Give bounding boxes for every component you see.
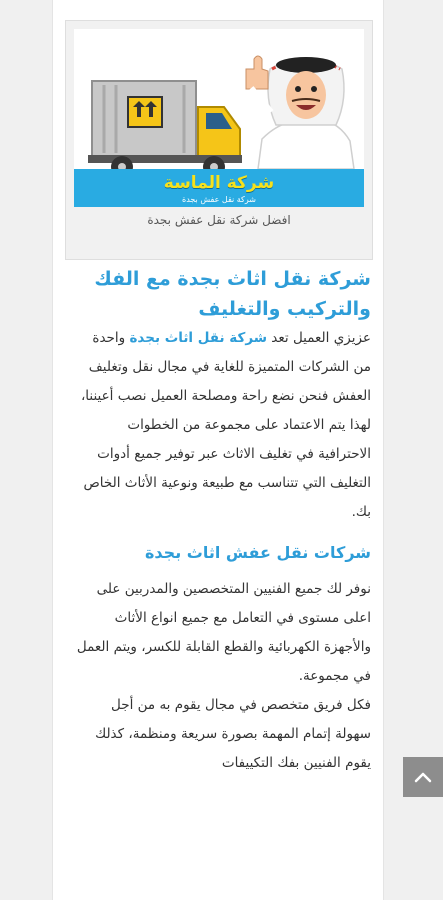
featured-figure: شركة الماسة شركة نقل عفش بجدة افضل شركة … [65,20,373,260]
article-title: شركة نقل اثاث بجدة مع الفك والتركيب والت… [94,268,371,320]
featured-image: شركة الماسة شركة نقل عفش بجدة [74,29,364,207]
company-link[interactable]: شركة نقل اثاث بجدة [129,330,267,346]
intro-text-end: واحدة من الشركات المتميزة للغاية في مجال… [80,330,371,520]
chevron-up-icon [414,772,432,783]
section-heading: شركات نقل عفش اثاث بجدة [144,543,371,562]
article-body: شركة نقل اثاث بجدة مع الفك والتركيب والت… [71,264,371,778]
brand-name: شركة الماسة [163,173,275,193]
team-paragraph: فكل فريق متخصص في مجال يقوم به من أجل سه… [95,697,371,771]
brand-tagline: شركة نقل عفش بجدة [182,195,256,204]
services-paragraph: نوفر لك جميع الفنيين المتخصصين والمدربين… [76,581,371,684]
intro-paragraph: عزيزي العميل تعد شركة نقل اثاث بجدة واحد… [71,324,371,527]
intro-text-start: عزيزي العميل تعد [267,330,371,346]
figure-caption: افضل شركة نقل عفش بجدة [147,213,291,227]
scroll-to-top-button[interactable] [403,757,443,797]
article-column: شركة الماسة شركة نقل عفش بجدة افضل شركة … [52,0,384,900]
